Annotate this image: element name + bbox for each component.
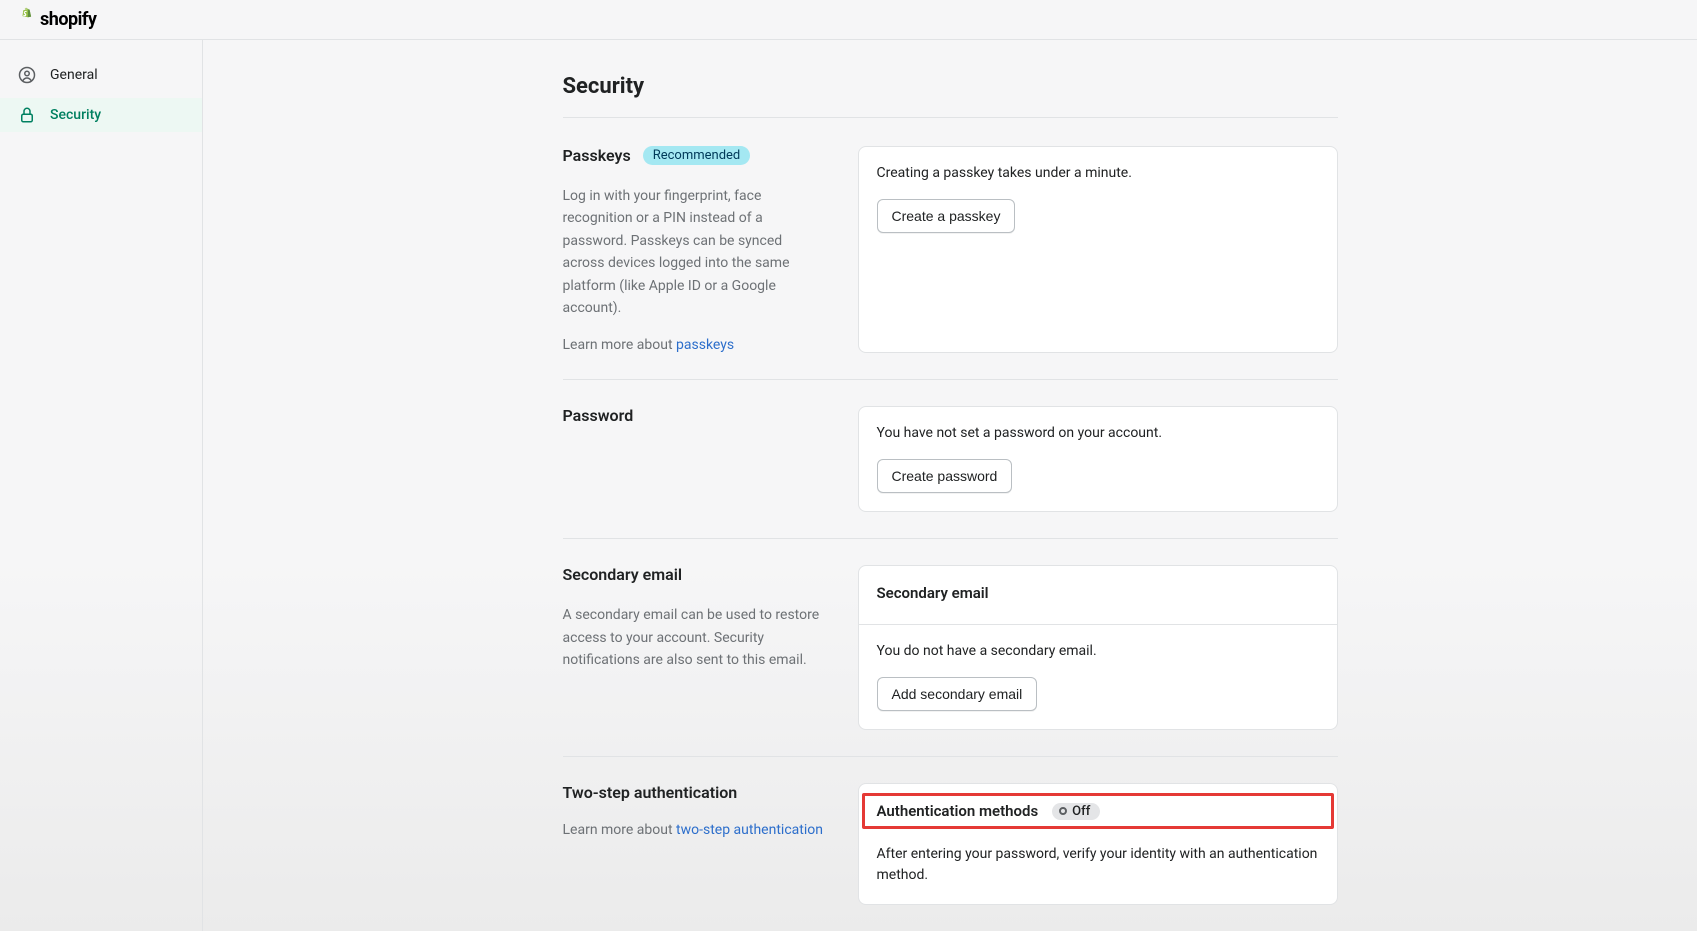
- shopify-logo[interactable]: shopify: [16, 7, 96, 33]
- section-passkeys: Passkeys Recommended Log in with your fi…: [563, 146, 1338, 380]
- section-left: Two-step authentication Learn more about…: [563, 783, 828, 905]
- person-circle-icon: [18, 66, 36, 84]
- main-layout: General Security Security Passkeys Recom…: [0, 40, 1697, 931]
- sidebar-item-label: Security: [50, 107, 101, 123]
- shopify-logo-text: shopify: [40, 9, 96, 30]
- section-title-row: Passkeys Recommended: [563, 146, 828, 165]
- lock-icon: [18, 106, 36, 124]
- secondary-email-card: Secondary email You do not have a second…: [858, 565, 1338, 730]
- create-passkey-button[interactable]: Create a passkey: [877, 199, 1016, 233]
- section-title: Password: [563, 406, 634, 425]
- add-secondary-email-button[interactable]: Add secondary email: [877, 677, 1038, 711]
- content: Security Passkeys Recommended Log in wit…: [203, 40, 1697, 931]
- learn-more: Learn more about passkeys: [563, 337, 828, 353]
- learn-more-prefix: Learn more about: [563, 822, 677, 838]
- sidebar-item-security[interactable]: Security: [0, 98, 202, 132]
- section-two-step: Two-step authentication Learn more about…: [563, 783, 1338, 931]
- learn-more: Learn more about two-step authentication: [563, 822, 828, 838]
- two-step-link[interactable]: two-step authentication: [676, 822, 823, 838]
- page-title: Security: [563, 74, 1338, 118]
- section-title: Passkeys: [563, 146, 631, 165]
- app-header: shopify: [0, 0, 1697, 40]
- card-text: You have not set a password on your acco…: [877, 425, 1319, 441]
- shopify-bag-icon: [16, 7, 36, 33]
- section-description: A secondary email can be used to restore…: [563, 604, 828, 671]
- status-dot-icon: [1059, 807, 1067, 815]
- learn-more-prefix: Learn more about: [563, 337, 677, 353]
- status-text: Off: [1072, 804, 1090, 819]
- two-step-card: Authentication methods Off After enterin…: [858, 783, 1338, 905]
- section-title-row: Two-step authentication: [563, 783, 828, 802]
- section-left: Secondary email A secondary email can be…: [563, 565, 828, 730]
- section-description: Log in with your fingerprint, face recog…: [563, 185, 828, 319]
- card-heading: Authentication methods: [877, 802, 1039, 820]
- section-secondary-email: Secondary email A secondary email can be…: [563, 565, 1338, 757]
- sidebar-item-general[interactable]: General: [0, 58, 202, 92]
- section-title: Two-step authentication: [563, 783, 738, 802]
- passkeys-card: Creating a passkey takes under a minute.…: [858, 146, 1338, 353]
- section-left: Password: [563, 406, 828, 512]
- password-card: You have not set a password on your acco…: [858, 406, 1338, 512]
- section-left: Passkeys Recommended Log in with your fi…: [563, 146, 828, 353]
- create-password-button[interactable]: Create password: [877, 459, 1013, 493]
- card-text: Creating a passkey takes under a minute.: [877, 165, 1319, 181]
- card-heading: Secondary email: [877, 584, 1319, 602]
- content-inner: Security Passkeys Recommended Log in wit…: [563, 74, 1338, 931]
- card-text: After entering your password, verify you…: [877, 844, 1319, 886]
- section-title-row: Password: [563, 406, 828, 425]
- section-title: Secondary email: [563, 565, 683, 584]
- highlight-annotation: Authentication methods Off: [862, 793, 1334, 829]
- sidebar: General Security: [0, 40, 203, 931]
- status-pill-off: Off: [1052, 803, 1100, 820]
- card-text: You do not have a secondary email.: [877, 643, 1319, 659]
- section-password: Password You have not set a password on …: [563, 406, 1338, 539]
- recommended-badge: Recommended: [643, 146, 751, 165]
- passkeys-link[interactable]: passkeys: [676, 337, 734, 353]
- sidebar-item-label: General: [50, 67, 98, 83]
- divider: [859, 624, 1337, 625]
- section-title-row: Secondary email: [563, 565, 828, 584]
